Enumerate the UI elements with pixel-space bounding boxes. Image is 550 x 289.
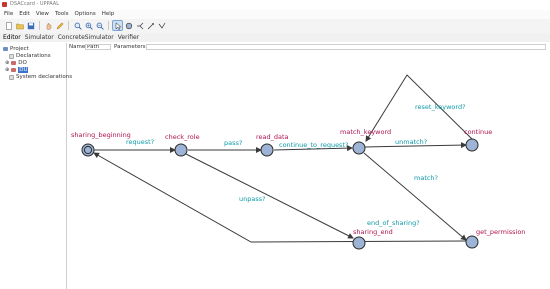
tab-verifier[interactable]: Verifier — [118, 34, 139, 41]
toolbar — [0, 19, 550, 34]
tree-item-declarations[interactable]: Declarations — [9, 53, 51, 59]
location-label: continue — [464, 128, 493, 136]
edge-label: continue_to_request? — [279, 141, 349, 149]
zoom-out-icon[interactable] — [95, 21, 104, 30]
tree-item-template-2[interactable]: ⊕ DU — [5, 67, 29, 73]
name-input[interactable]: Path — [85, 44, 111, 50]
menu-view[interactable]: View — [36, 11, 49, 17]
parameters-label: Parameters: — [114, 44, 148, 50]
edge-label: pass? — [224, 139, 243, 147]
add-location-icon[interactable] — [124, 21, 133, 30]
title-bar: DSACcard - UPPAAL — [0, 0, 550, 10]
menu-help[interactable]: Help — [102, 11, 115, 17]
zoom-fit-icon[interactable] — [73, 21, 82, 30]
open-folder-icon[interactable] — [15, 21, 24, 30]
location-label: read_data — [256, 133, 289, 141]
save-icon[interactable] — [26, 21, 35, 30]
tab-bar: Editor Simulator ConcreteSimulator Verif… — [0, 33, 550, 42]
tree-item-system-declarations[interactable]: System declarations — [9, 74, 72, 80]
edge-label: unpass? — [239, 195, 266, 203]
tab-concrete-simulator[interactable]: ConcreteSimulator — [58, 34, 114, 41]
new-file-icon[interactable] — [4, 21, 13, 30]
tab-simulator[interactable]: Simulator — [25, 34, 54, 41]
location-sharing-beginning — [81, 143, 95, 157]
select-pointer-icon[interactable] — [112, 20, 123, 31]
add-edge-icon[interactable] — [146, 21, 155, 30]
menu-bar: File Edit View Tools Options Help — [0, 10, 550, 19]
menu-edit[interactable]: Edit — [19, 11, 30, 17]
location-match-keyword — [352, 141, 366, 155]
expand-icon[interactable]: ⊕ — [5, 67, 9, 73]
automaton-graph — [81, 74, 479, 250]
template-icon — [11, 61, 17, 65]
document-icon — [9, 74, 14, 80]
edge-label: unmatch? — [395, 138, 428, 146]
edge-label: end_of_sharing? — [367, 219, 420, 227]
tree-label-system: System declarations — [16, 74, 73, 80]
location-label: sharing_end — [353, 228, 393, 236]
expand-icon[interactable]: ⊕ — [5, 60, 9, 66]
template-fields: Name: Path Parameters: — [68, 43, 550, 51]
edit-icon[interactable] — [55, 21, 64, 30]
location-label: sharing_beginning — [71, 131, 131, 139]
tree-item-template-1[interactable]: ⊕ DO — [5, 60, 27, 66]
tree-label-project: Project — [10, 46, 29, 52]
automaton-canvas[interactable]: sharing_beginning check_role read_data m… — [68, 52, 550, 289]
project-tree: Project Declarations ⊕ DO ⊕ DU System de… — [0, 43, 72, 289]
hand-icon[interactable] — [44, 21, 53, 30]
tree-label-template-1: DO — [18, 60, 27, 66]
edge-label: request? — [126, 138, 155, 146]
edge-end-of-sharing — [93, 152, 467, 243]
menu-options[interactable]: Options — [75, 11, 96, 17]
location-sharing-end — [352, 236, 366, 250]
location-check-role — [174, 143, 188, 157]
edge-label: reset_keyword? — [415, 103, 466, 111]
app-icon — [2, 2, 7, 7]
template-icon — [11, 68, 17, 72]
add-branchpoint-icon[interactable] — [135, 21, 144, 30]
location-label: check_role — [165, 133, 200, 141]
add-nail-icon[interactable] — [157, 21, 166, 30]
location-read-data — [260, 143, 274, 157]
zoom-in-icon[interactable] — [84, 21, 93, 30]
parameters-input[interactable] — [146, 44, 546, 50]
folder-icon — [3, 47, 8, 51]
document-icon — [9, 53, 14, 59]
menu-file[interactable]: File — [4, 11, 13, 17]
location-get-permission — [465, 235, 479, 249]
window-title: DSACcard - UPPAAL — [10, 1, 60, 7]
location-continue — [465, 138, 479, 152]
tree-label-template-2: DU — [18, 67, 29, 73]
edge-unpass — [185, 153, 354, 239]
tab-editor[interactable]: Editor — [3, 34, 21, 41]
location-label: match_keyword — [340, 128, 392, 136]
menu-tools[interactable]: Tools — [55, 11, 69, 17]
location-label: get_permission — [476, 228, 526, 236]
edge-label: match? — [414, 174, 439, 182]
tree-item-project[interactable]: Project — [3, 46, 29, 52]
tree-label-declarations: Declarations — [16, 53, 51, 59]
